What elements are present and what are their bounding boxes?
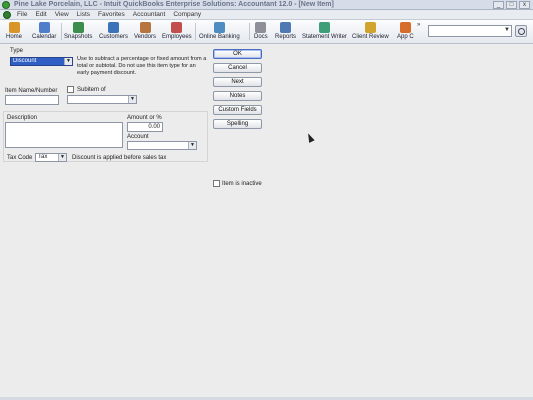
toolbar-docs-label: Docs — [254, 34, 268, 40]
calendar-icon — [38, 22, 50, 33]
chevron-down-icon[interactable]: ▼ — [58, 154, 66, 161]
toolbar-home-label: Home — [6, 34, 23, 40]
toolbar-separator — [195, 23, 196, 40]
search-icon — [518, 28, 525, 35]
toolbar-statement-writer-label: Statement Writer — [302, 34, 347, 40]
tax-note: Discount is applied before sales tax — [72, 155, 167, 161]
quickbooks-app-icon — [2, 1, 10, 9]
subitem-label: Subitem of — [77, 87, 106, 93]
inactive-checkbox[interactable] — [213, 180, 220, 187]
ok-button[interactable]: OK — [213, 49, 262, 59]
toolbar-customers-label: Customers — [99, 34, 129, 40]
window-controls: _ □ x — [493, 1, 530, 9]
toolbar-statement-writer-button[interactable]: Statement Writer — [302, 21, 347, 43]
cancel-button[interactable]: Cancel — [213, 63, 262, 73]
item-name-input[interactable] — [5, 95, 59, 105]
subitem-select[interactable]: ▼ — [67, 95, 137, 104]
type-label: Type — [10, 48, 24, 54]
menu-company[interactable]: Company — [173, 11, 201, 18]
title-bar: Pine Lake Porcelain, LLC - Intuit QuickB… — [0, 0, 533, 10]
chevron-down-icon[interactable]: ▼ — [504, 27, 510, 33]
subitem-checkbox[interactable] — [67, 86, 74, 93]
employees-icon — [171, 22, 183, 33]
icon-toolbar: Home Calendar Snapshots Customers Vendor… — [0, 20, 533, 44]
menu-lists[interactable]: Lists — [77, 11, 90, 18]
search-button[interactable] — [515, 25, 527, 37]
toolbar-reports-button[interactable]: Reports — [275, 21, 296, 43]
inactive-label: Item is inactive — [222, 181, 262, 187]
menu-items: File Edit View Lists Favorites Accountan… — [17, 11, 201, 18]
toolbar-docs-button[interactable]: Docs — [254, 21, 268, 43]
tax-code-value: Tax — [38, 154, 48, 160]
toolbar-online-banking-button[interactable]: Online Banking — [199, 21, 240, 43]
online-banking-icon — [213, 22, 225, 33]
item-name-label: Item Name/Number — [5, 88, 58, 94]
toolbar-app-center-label: App C — [397, 34, 414, 40]
toolbar-vendors-label: Vendors — [134, 34, 157, 40]
description-label: Description — [7, 115, 38, 121]
toolbar-separator — [249, 23, 250, 40]
menu-favorites[interactable]: Favorites — [98, 11, 125, 18]
type-value: Discount — [13, 58, 37, 64]
chevron-down-icon[interactable]: ▼ — [128, 96, 136, 103]
statement-writer-icon — [318, 22, 330, 33]
close-button[interactable]: x — [519, 1, 530, 9]
home-icon — [8, 22, 20, 33]
tax-code-label: Tax Code — [7, 155, 33, 161]
toolbar-vendors-button[interactable]: Vendors — [134, 21, 156, 43]
toolbar-home-button[interactable]: Home — [6, 21, 22, 43]
customers-icon — [108, 22, 119, 33]
menu-view[interactable]: View — [55, 11, 69, 18]
menu-bar: File Edit View Lists Favorites Accountan… — [0, 10, 533, 20]
chevron-down-icon[interactable]: ▼ — [64, 58, 72, 65]
minimize-button[interactable]: _ — [493, 1, 504, 9]
notes-button[interactable]: Notes — [213, 91, 262, 101]
toolbar-employees-button[interactable]: Employees — [162, 21, 192, 43]
next-button[interactable]: Next — [213, 77, 262, 87]
account-label: Account — [127, 134, 149, 140]
amount-input[interactable]: 0.00 — [127, 122, 163, 132]
menu-edit[interactable]: Edit — [35, 11, 46, 18]
menu-file[interactable]: File — [17, 11, 27, 18]
toolbar-snapshots-label: Snapshots — [64, 34, 93, 40]
docs-icon — [255, 22, 267, 33]
custom-fields-button[interactable]: Custom Fields — [213, 105, 262, 115]
snapshots-icon — [72, 22, 84, 33]
toolbar-client-review-label: Client Review — [352, 34, 389, 40]
account-select[interactable]: ▼ — [127, 141, 197, 150]
toolbar-search-input[interactable]: ▼ — [428, 25, 512, 37]
chevron-down-icon[interactable]: ▼ — [188, 142, 196, 149]
type-help-text: Use to subtract a percentage or fixed am… — [77, 56, 207, 76]
toolbar-calendar-button[interactable]: Calendar — [32, 21, 56, 43]
type-select[interactable]: Discount ▼ — [10, 57, 73, 66]
amount-label: Amount or % — [127, 115, 162, 121]
spelling-button[interactable]: Spelling — [213, 119, 262, 129]
restore-button[interactable]: □ — [506, 1, 517, 9]
new-item-form: Type Discount ▼ Use to subtract a percen… — [0, 45, 533, 400]
toolbar-snapshots-button[interactable]: Snapshots — [64, 21, 92, 43]
toolbar-reports-label: Reports — [275, 34, 297, 40]
toolbar-client-review-button[interactable]: Client Review — [352, 21, 389, 43]
toolbar-online-banking-label: Online Banking — [199, 34, 240, 40]
toolbar-customers-button[interactable]: Customers — [99, 21, 128, 43]
description-textarea[interactable] — [5, 122, 123, 148]
toolbar-employees-label: Employees — [162, 34, 192, 40]
menu-accountant[interactable]: Accountant — [133, 11, 166, 18]
quickbooks-logo-icon[interactable] — [3, 11, 11, 19]
toolbar-more-chevron-icon[interactable]: » — [417, 22, 420, 28]
app-center-icon — [399, 22, 411, 33]
reports-icon — [280, 22, 291, 33]
toolbar-calendar-label: Calendar — [32, 34, 57, 40]
toolbar-app-center-button[interactable]: App C — [397, 21, 414, 43]
toolbar-separator — [61, 23, 62, 40]
tax-code-select[interactable]: Tax ▼ — [35, 153, 67, 162]
vendors-icon — [139, 22, 151, 33]
window-title: Pine Lake Porcelain, LLC - Intuit QuickB… — [14, 1, 334, 8]
client-review-icon — [364, 22, 376, 33]
